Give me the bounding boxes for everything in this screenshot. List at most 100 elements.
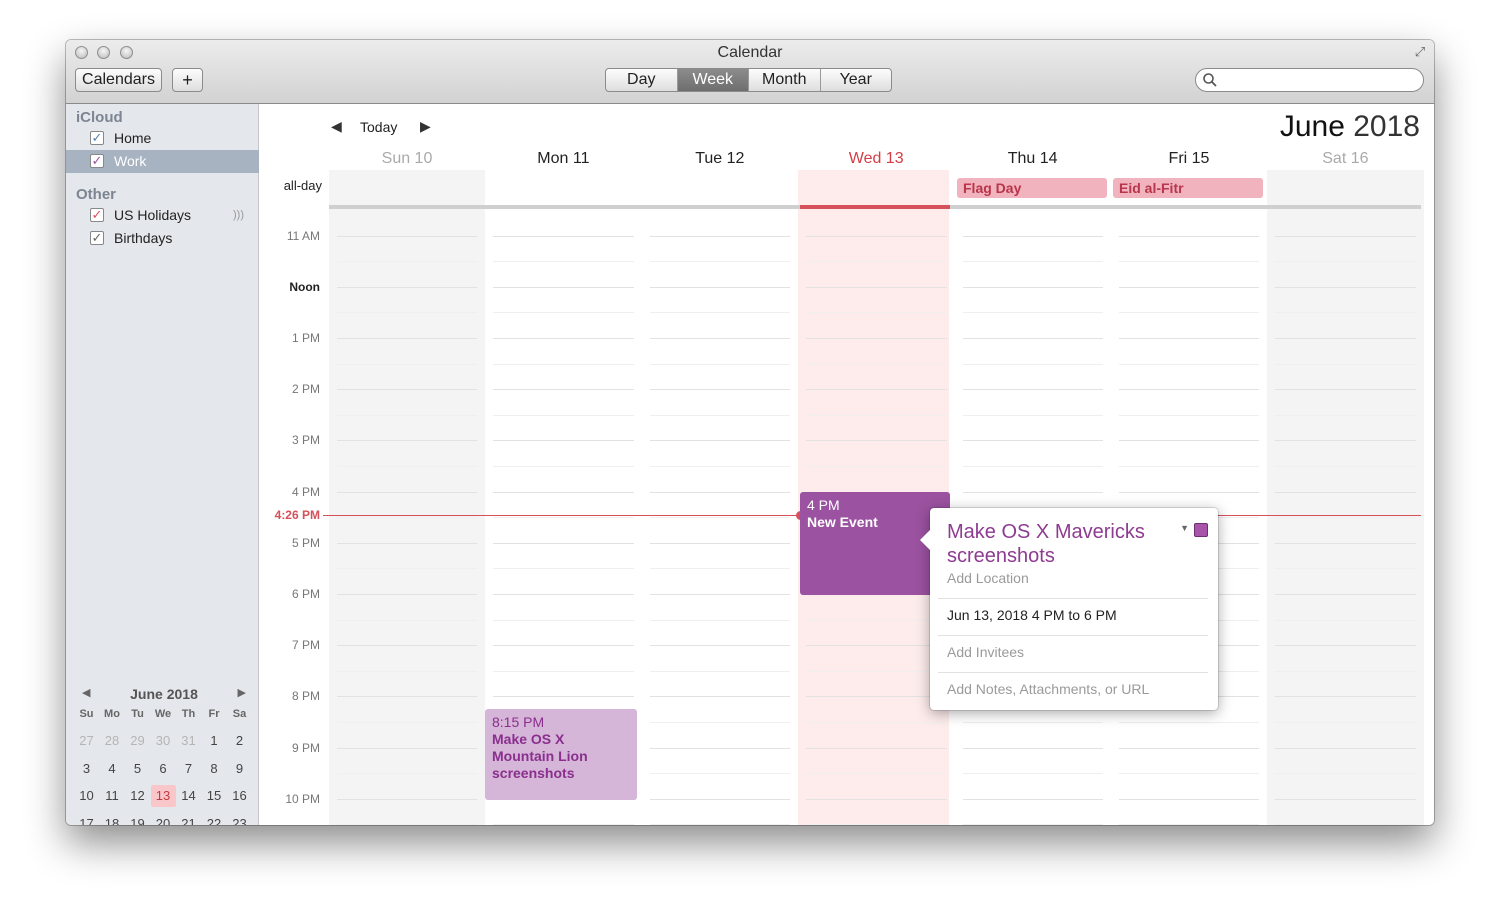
mini-calendar-day[interactable]: 8 <box>202 758 227 780</box>
mini-calendar-day[interactable]: 27 <box>74 730 99 752</box>
mini-calendar-day[interactable]: 20 <box>151 813 176 826</box>
mini-calendar-day[interactable]: 28 <box>100 730 125 752</box>
half-hour-line <box>649 465 791 467</box>
sidebar-item-us-holidays[interactable]: ✓ US Holidays ))) <box>66 204 259 227</box>
location-field[interactable]: Add Location <box>947 570 1029 586</box>
mini-calendar-day[interactable]: 23 <box>227 813 252 826</box>
hour-line <box>1119 440 1260 442</box>
allday-event-flag-day[interactable]: Flag Day <box>957 178 1107 198</box>
view-day-tab[interactable]: Day <box>606 69 678 91</box>
calendar-color-swatch[interactable] <box>1194 523 1208 537</box>
hour-line <box>1119 798 1260 800</box>
mini-calendar-day[interactable]: 11 <box>100 785 125 807</box>
hour-line <box>493 645 634 647</box>
half-hour-line <box>806 312 947 314</box>
today-button[interactable]: Today <box>360 119 397 135</box>
notes-field[interactable]: Add Notes, Attachments, or URL <box>947 681 1149 697</box>
day-header: Fri 15 <box>1168 150 1210 167</box>
view-month-tab[interactable]: Month <box>749 69 821 91</box>
mini-calendar-day[interactable]: 18 <box>100 813 125 826</box>
mini-weekday-label: Tu <box>131 708 144 720</box>
mini-calendar-day[interactable]: 6 <box>151 758 176 780</box>
mini-calendar-day[interactable]: 2 <box>227 730 252 752</box>
half-hour-line <box>493 670 634 672</box>
calendars-button[interactable]: Calendars <box>75 68 162 92</box>
mini-calendar-day[interactable]: 4 <box>100 758 125 780</box>
calendar-picker-caret-icon[interactable]: ▼ <box>1180 523 1189 533</box>
month-title: June 2018 <box>1280 110 1420 144</box>
day-column[interactable] <box>1111 170 1267 825</box>
event-mountain-lion-screenshots[interactable]: 8:15 PM Make OS X Mountain Lion screensh… <box>485 709 637 800</box>
allday-event-eid-al-fitr[interactable]: Eid al-Fitr <box>1113 178 1263 198</box>
half-hour-line <box>493 414 634 416</box>
half-hour-line <box>962 312 1103 314</box>
mini-calendar-day[interactable]: 1 <box>202 730 227 752</box>
half-hour-line <box>337 414 478 416</box>
sidebar-item-home[interactable]: ✓ Home <box>66 127 259 150</box>
half-hour-line <box>649 363 791 365</box>
mini-calendar-day[interactable]: 30 <box>151 730 176 752</box>
sidebar-heading-other: Other <box>76 186 117 203</box>
hour-line <box>806 696 947 698</box>
hour-line <box>962 747 1103 749</box>
mini-calendar-day[interactable]: 3 <box>74 758 99 780</box>
day-column[interactable] <box>955 170 1111 825</box>
mini-calendar-day[interactable]: 12 <box>125 785 150 807</box>
mini-calendar-day[interactable]: 5 <box>125 758 150 780</box>
hour-label: Noon <box>289 279 320 294</box>
hour-line <box>1119 747 1260 749</box>
sidebar-item-label: US Holidays <box>114 207 192 223</box>
half-hour-line <box>1275 465 1416 467</box>
add-event-button[interactable]: + <box>172 68 203 92</box>
mini-calendar-day[interactable]: 19 <box>125 813 150 826</box>
half-hour-line <box>649 517 791 519</box>
event-time: 8:15 PM <box>492 714 545 730</box>
next-week-icon[interactable]: ▶ <box>420 118 431 135</box>
sidebar-item-work[interactable]: ✓ Work <box>66 150 259 173</box>
mini-calendar-day[interactable]: 10 <box>74 785 99 807</box>
sidebar-item-label: Home <box>114 130 152 146</box>
day-header: Sat 16 <box>1322 150 1369 167</box>
mini-next-month-icon[interactable]: ▶ <box>238 686 246 699</box>
view-year-tab[interactable]: Year <box>821 69 892 91</box>
day-column[interactable] <box>329 170 486 825</box>
hour-line <box>337 491 478 493</box>
event-date-field[interactable]: Jun 13, 2018 4 PM to 6 PM <box>947 607 1117 623</box>
half-hour-line <box>337 670 478 672</box>
search-field[interactable] <box>1195 68 1424 92</box>
hour-line <box>806 440 947 442</box>
mini-calendar-day[interactable]: 29 <box>125 730 150 752</box>
event-title-field[interactable]: Make OS X Mavericks screenshots <box>947 520 1177 568</box>
hour-line <box>806 286 947 288</box>
checkbox-icon[interactable]: ✓ <box>90 208 104 222</box>
hour-line <box>962 798 1103 800</box>
mini-calendar-day[interactable]: 9 <box>227 758 252 780</box>
hour-line <box>962 286 1103 288</box>
checkbox-icon[interactable]: ✓ <box>90 131 104 145</box>
hour-line <box>649 491 791 493</box>
hour-line <box>337 798 478 800</box>
view-week-tab[interactable]: Week <box>677 69 749 91</box>
fullscreen-icon[interactable]: ⤢ <box>1412 44 1428 60</box>
mini-calendar-day[interactable]: 16 <box>227 785 252 807</box>
mini-calendar-day[interactable]: 14 <box>176 785 201 807</box>
mini-calendar-day[interactable]: 21 <box>176 813 201 826</box>
hour-line <box>649 389 791 391</box>
half-hour-line <box>1275 414 1416 416</box>
half-hour-line <box>806 824 947 825</box>
mini-calendar-day[interactable]: 13 <box>150 785 176 807</box>
hour-line <box>649 440 791 442</box>
mini-calendar-day[interactable]: 15 <box>202 785 227 807</box>
search-input[interactable] <box>1220 71 1416 89</box>
day-column[interactable] <box>1267 170 1424 825</box>
mini-calendar-day[interactable]: 17 <box>74 813 99 826</box>
mini-calendar-day[interactable]: 22 <box>202 813 227 826</box>
mini-calendar-day[interactable]: 7 <box>176 758 201 780</box>
checkbox-icon[interactable]: ✓ <box>90 154 104 168</box>
mini-calendar-day[interactable]: 31 <box>176 730 201 752</box>
sidebar-item-birthdays[interactable]: ✓ Birthdays <box>66 227 259 250</box>
previous-week-icon[interactable]: ◀ <box>331 118 342 135</box>
checkbox-icon[interactable]: ✓ <box>90 231 104 245</box>
invitees-field[interactable]: Add Invitees <box>947 644 1024 660</box>
day-column[interactable] <box>642 170 798 825</box>
